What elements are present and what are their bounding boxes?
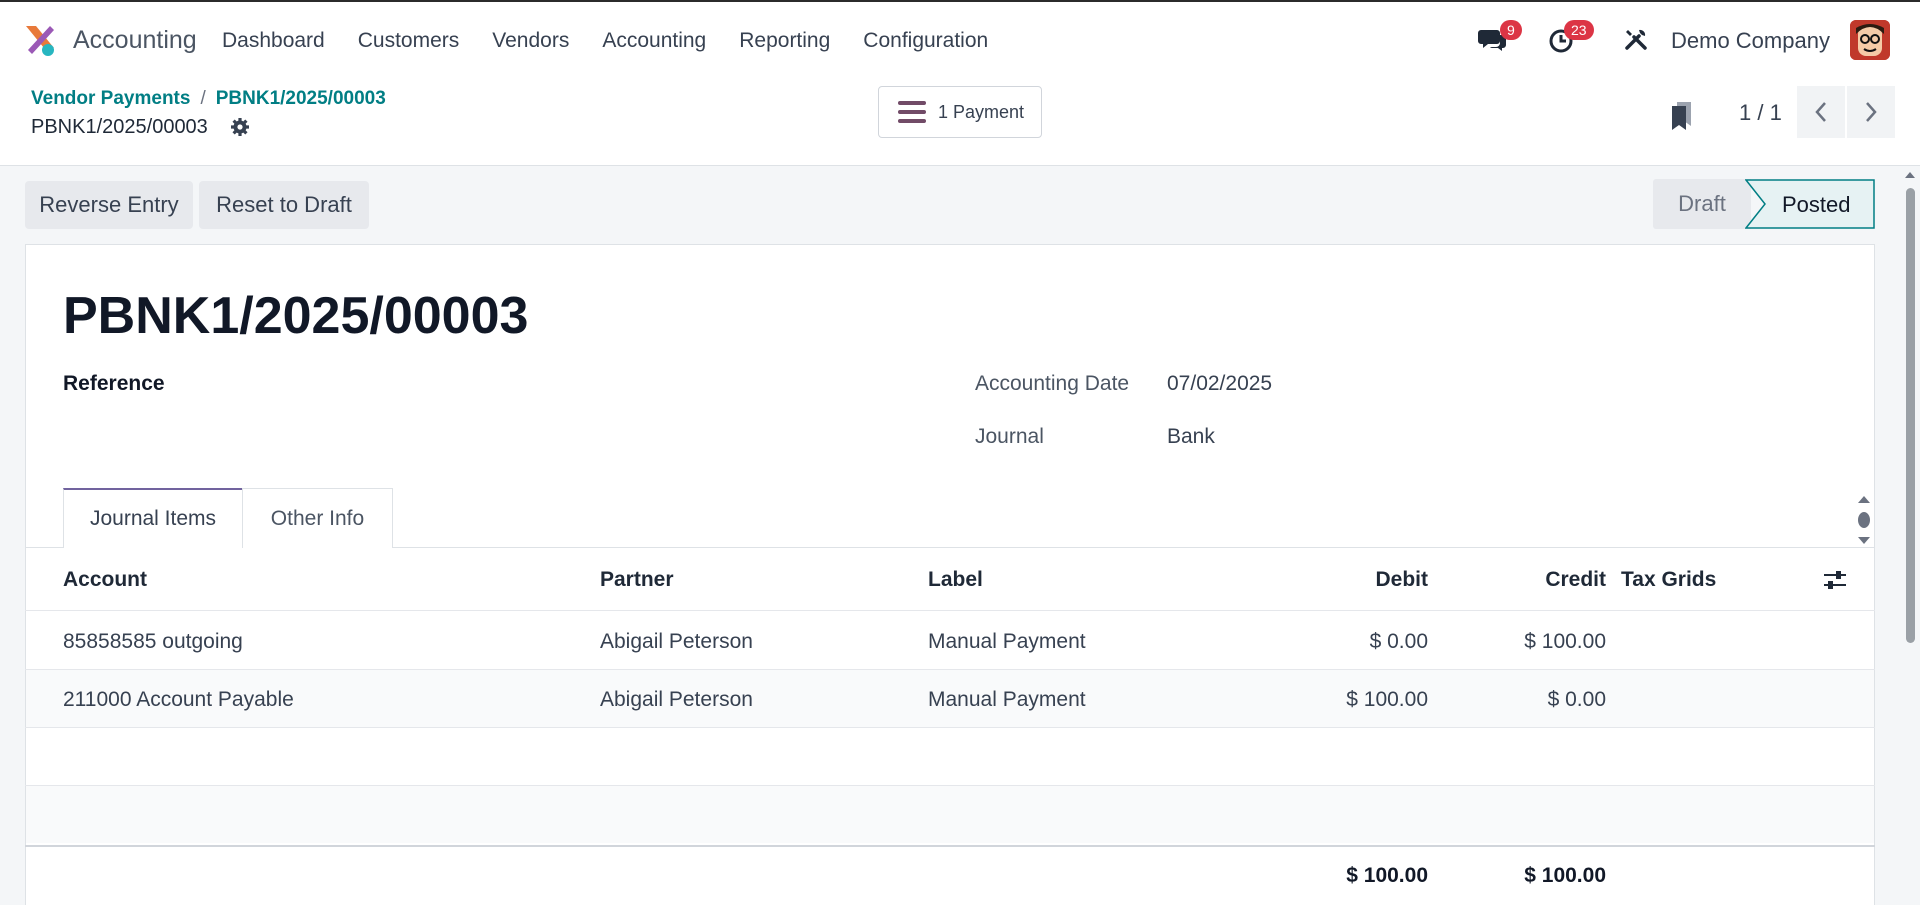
- actions-gear-button[interactable]: [230, 117, 250, 142]
- tools-icon: [1625, 29, 1647, 50]
- menu-dashboard[interactable]: Dashboard: [222, 29, 325, 53]
- breadcrumb-current[interactable]: PBNK1/2025/00003: [216, 88, 386, 109]
- app-name[interactable]: Accounting: [73, 26, 197, 55]
- optional-columns-toggle[interactable]: [1823, 569, 1847, 596]
- pager-previous-button[interactable]: [1797, 86, 1845, 138]
- main-menu: Dashboard Customers Vendors Accounting R…: [222, 29, 1021, 53]
- scroll-up-icon: [1905, 172, 1915, 178]
- tab-other-info[interactable]: Other Info: [242, 488, 393, 548]
- table-row-divider: [25, 727, 1875, 728]
- smart-button-label: 1 Payment: [938, 101, 1025, 122]
- row-1-debit[interactable]: $ 0.00: [1228, 630, 1428, 654]
- bookmark-button[interactable]: [1669, 100, 1695, 137]
- chevron-left-icon: [1815, 102, 1826, 122]
- accounting-date-label: Accounting Date: [975, 372, 1130, 395]
- optional-columns-icon: [1824, 571, 1846, 589]
- gear-icon: [231, 118, 249, 136]
- row-2-debit[interactable]: $ 100.00: [1228, 688, 1428, 712]
- journal-label: Journal: [975, 425, 1044, 448]
- row-2-partner[interactable]: Abigail Peterson: [600, 688, 753, 712]
- avatar-icon: [1850, 20, 1890, 60]
- menu-vendors[interactable]: Vendors: [492, 29, 569, 53]
- menu-reporting[interactable]: Reporting: [739, 29, 830, 53]
- pager-next-button[interactable]: [1847, 86, 1895, 138]
- row-2-credit[interactable]: $ 0.00: [1406, 688, 1606, 712]
- table-footer-divider: [25, 845, 1875, 847]
- document-title: PBNK1/2025/00003: [63, 287, 529, 345]
- row-1-credit[interactable]: $ 100.00: [1406, 630, 1606, 654]
- payment-smart-button[interactable]: 1 Payment: [878, 86, 1042, 138]
- record-name: PBNK1/2025/00003: [31, 116, 208, 138]
- reference-label: Reference: [63, 372, 165, 395]
- app-logo[interactable]: [22, 22, 58, 58]
- pager-value[interactable]: 1 / 1: [1739, 100, 1782, 126]
- menu-customers[interactable]: Customers: [358, 29, 460, 53]
- column-debit[interactable]: Debit: [1228, 568, 1429, 592]
- user-avatar[interactable]: [1850, 20, 1890, 60]
- activities-badge: 23: [1564, 20, 1594, 40]
- top-navbar: Accounting Dashboard Customers Vendors A…: [0, 0, 1920, 78]
- reset-to-draft-button[interactable]: Reset to Draft: [199, 181, 369, 229]
- row-1-partner[interactable]: Abigail Peterson: [600, 630, 753, 654]
- reverse-entry-button[interactable]: Reverse Entry: [25, 181, 193, 229]
- total-credit: $ 100.00: [1524, 864, 1606, 887]
- breadcrumb: Vendor Payments / PBNK1/2025/00003: [31, 88, 386, 110]
- debug-tools-button[interactable]: [1622, 26, 1650, 59]
- total-debit: $ 100.00: [1346, 864, 1428, 887]
- hamburger-icon: [898, 101, 926, 123]
- table-empty-row: [26, 786, 1874, 843]
- column-label[interactable]: Label: [928, 568, 983, 592]
- row-1-account[interactable]: 85858585 outgoing: [63, 630, 243, 654]
- page-scrollbar-thumb[interactable]: [1906, 188, 1915, 643]
- menu-accounting[interactable]: Accounting: [602, 29, 706, 53]
- scroll-indicator[interactable]: [1856, 495, 1872, 550]
- breadcrumb-separator: /: [200, 88, 206, 109]
- column-tax-grids[interactable]: Tax Grids: [1621, 568, 1716, 592]
- breadcrumb-vendor-payments[interactable]: Vendor Payments: [31, 88, 190, 109]
- status-posted-label: Posted: [1782, 192, 1851, 217]
- row-2-account[interactable]: 211000 Account Payable: [63, 688, 294, 712]
- column-partner[interactable]: Partner: [600, 568, 674, 592]
- table-header-divider: [25, 610, 1875, 611]
- accounting-date-value[interactable]: 07/02/2025: [1167, 372, 1272, 396]
- scroll-indicator-icon: [1858, 496, 1870, 544]
- tab-journal-items[interactable]: Journal Items: [63, 488, 243, 548]
- company-switcher[interactable]: Demo Company: [1671, 28, 1830, 54]
- journal-value[interactable]: Bank: [1167, 425, 1215, 449]
- row-1-label[interactable]: Manual Payment: [928, 630, 1086, 654]
- row-2-label[interactable]: Manual Payment: [928, 688, 1086, 712]
- messages-badge: 9: [1500, 20, 1522, 40]
- chevron-right-icon: [1866, 102, 1877, 122]
- status-posted[interactable]: Posted: [1745, 179, 1875, 229]
- column-credit[interactable]: Credit: [1406, 568, 1606, 592]
- menu-configuration[interactable]: Configuration: [863, 29, 988, 53]
- column-account[interactable]: Account: [63, 568, 147, 592]
- status-draft[interactable]: Draft: [1653, 179, 1751, 229]
- bookmark-icon: [1672, 102, 1691, 130]
